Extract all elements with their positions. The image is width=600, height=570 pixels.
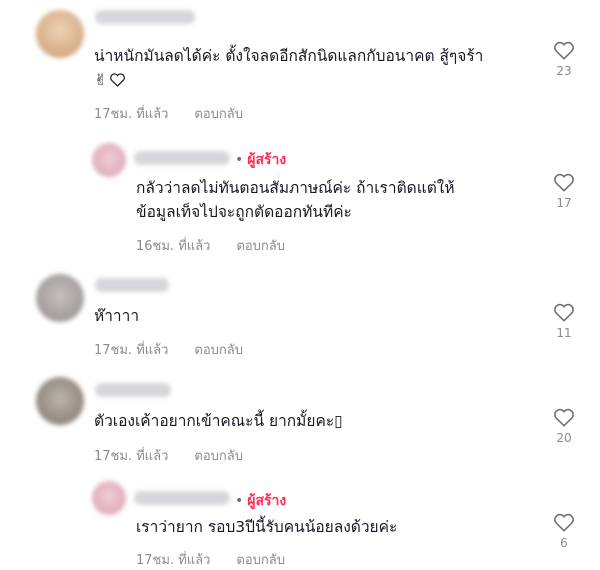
like-count: 6 (560, 536, 568, 550)
timestamp: 17ชม. ที่แล้ว (94, 343, 169, 358)
like-count: 20 (556, 431, 572, 445)
heart-outline-icon[interactable] (553, 40, 575, 60)
separator-dot: • (235, 152, 244, 168)
avatar[interactable] (36, 377, 84, 425)
avatar[interactable] (36, 274, 84, 322)
reply-button[interactable]: ตอบกลับ (236, 239, 285, 254)
heart-outline-icon[interactable] (553, 302, 575, 322)
timestamp: 17ชม. ที่แล้ว (136, 553, 211, 568)
creator-badge: • ผู้สร้าง (235, 152, 287, 168)
heart-outline-icon[interactable] (553, 512, 575, 532)
heart-outline-icon[interactable] (553, 407, 575, 427)
avatar[interactable] (92, 481, 126, 515)
comment-text: กลัวว่าลดไม่ทันตอนสัมภาษณ์ค่ะ ถ้าเราติดแ… (136, 179, 455, 221)
like-count: 23 (556, 64, 572, 78)
timestamp: 17ชม. ที่แล้ว (94, 107, 169, 122)
reply-button[interactable]: ตอบกลับ (194, 107, 243, 122)
heart-outline-icon[interactable] (553, 172, 575, 192)
comment-text: เราว่ายาก รอบ3ปีนี้รับคนน้อยลงด้วยค่ะ (136, 518, 398, 536)
comment-meta: 17ชม. ที่แล้ว ตอบกลับ (94, 445, 243, 466)
like-control[interactable]: 17 (544, 172, 584, 210)
like-control[interactable]: 6 (544, 512, 584, 550)
comment-meta: 17ชม. ที่แล้ว ตอบกลับ (136, 549, 285, 570)
timestamp: 17ชม. ที่แล้ว (94, 449, 169, 464)
reply-button[interactable]: ตอบกลับ (194, 449, 243, 464)
like-control[interactable]: 20 (544, 407, 584, 445)
like-count: 11 (556, 326, 572, 340)
username[interactable] (95, 10, 195, 24)
username[interactable] (95, 383, 171, 397)
like-control[interactable]: 23 (544, 40, 584, 78)
comment-meta: 16ชม. ที่แล้ว ตอบกลับ (136, 235, 285, 256)
like-count: 17 (556, 196, 572, 210)
reply-button[interactable]: ตอบกลับ (194, 343, 243, 358)
heart-emoji-icon (110, 73, 125, 87)
creator-badge: • ผู้สร้าง (235, 493, 287, 509)
separator-dot: • (235, 493, 244, 509)
username[interactable] (134, 491, 230, 505)
reply-button[interactable]: ตอบกลับ (236, 553, 285, 568)
username[interactable] (134, 151, 230, 165)
comment-meta: 17ชม. ที่แล้ว ตอบกลับ (94, 103, 243, 124)
timestamp: 16ชม. ที่แล้ว (136, 239, 211, 254)
comment-text: ห๊าาาา (94, 307, 140, 325)
comment-text: น่าหนักมันลดได้ค่ะ ตั้งใจลดอีกสักนิดแลกก… (94, 47, 484, 89)
comment-text: ตัวเองเค้าอยากเข้าคณะนี้ ยากมั้ยคะ▯ (94, 412, 343, 430)
username[interactable] (95, 278, 169, 292)
comment-meta: 17ชม. ที่แล้ว ตอบกลับ (94, 339, 243, 360)
like-control[interactable]: 11 (544, 302, 584, 340)
avatar[interactable] (36, 10, 84, 58)
avatar[interactable] (92, 143, 126, 177)
